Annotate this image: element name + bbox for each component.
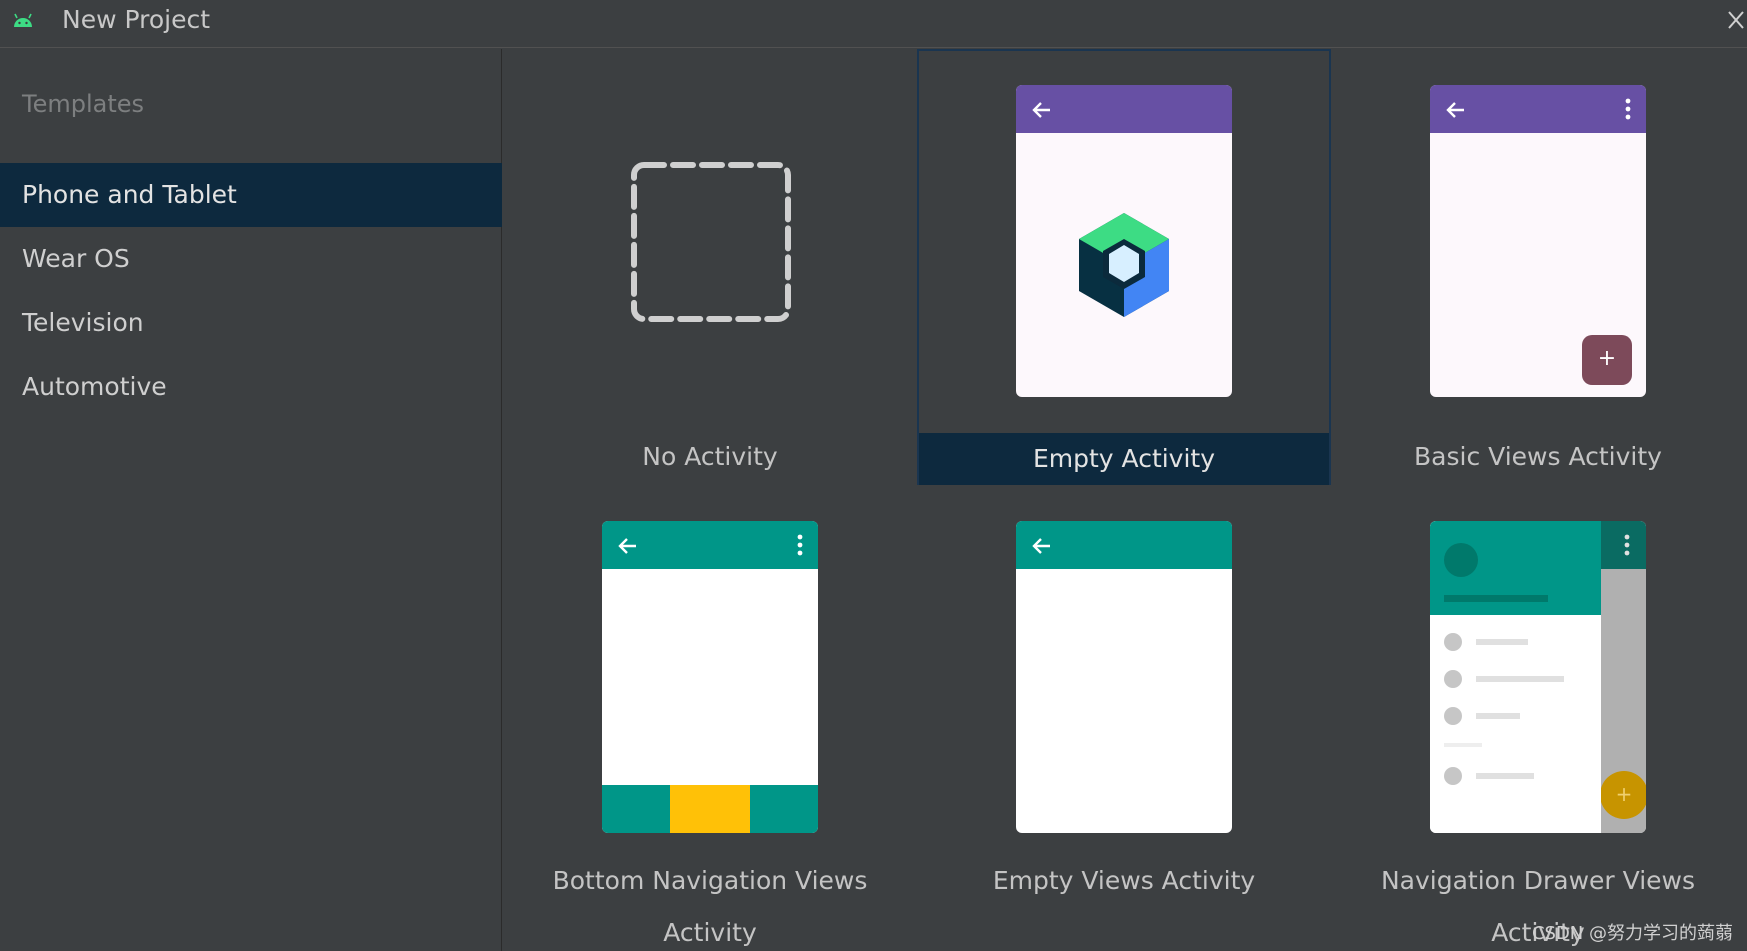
phone-preview xyxy=(1016,521,1232,833)
template-card-bottom-navigation-views-activity[interactable]: Bottom Navigation Views Activity xyxy=(503,485,917,947)
avatar xyxy=(1444,543,1478,577)
drawer-header-line xyxy=(1444,595,1548,602)
sidebar-item-television[interactable]: Television xyxy=(0,291,502,355)
overflow-menu-icon xyxy=(1624,534,1630,556)
phone-preview: + xyxy=(1430,85,1646,397)
bottom-navigation-selected-item xyxy=(670,785,750,833)
android-icon xyxy=(14,13,32,27)
template-card-navigation-drawer-views-activity[interactable]: + Navigation Drawer Views Activity xyxy=(1331,485,1745,947)
drawer-item xyxy=(1444,633,1462,651)
sidebar-heading: Templates xyxy=(22,90,145,118)
sidebar-item-phone-and-tablet[interactable]: Phone and Tablet xyxy=(0,163,502,227)
dashed-placeholder-icon xyxy=(631,162,791,322)
templates-grid: No Activity Empty Activity + Basic Views… xyxy=(503,49,1747,951)
template-card-no-activity[interactable]: No Activity xyxy=(503,49,917,485)
template-card-basic-views-activity[interactable]: + Basic Views Activity xyxy=(1331,49,1745,485)
app-bar xyxy=(602,521,818,569)
drawer-item-line xyxy=(1476,773,1534,779)
drawer-header xyxy=(1430,521,1601,615)
drawer-item xyxy=(1444,670,1462,688)
sidebar-item-automotive[interactable]: Automotive xyxy=(0,355,502,419)
back-arrow-icon xyxy=(618,538,636,554)
template-label-no-activity: No Activity xyxy=(642,442,778,471)
overflow-menu-icon xyxy=(1625,98,1631,120)
window-title: New Project xyxy=(62,5,211,34)
phone-preview xyxy=(602,521,818,833)
scrim-app-bar xyxy=(1601,521,1646,569)
close-icon[interactable] xyxy=(1725,8,1747,32)
template-label-navigation-drawer-views-activity: Navigation Drawer Views Activity xyxy=(1380,866,1696,947)
drawer-item-line xyxy=(1476,676,1564,682)
template-label-empty-activity: Empty Activity xyxy=(919,433,1329,485)
bottom-navigation-bar xyxy=(602,785,818,833)
app-bar xyxy=(1430,85,1646,133)
new-project-dialog: New Project Templates Phone and Tablet W… xyxy=(0,0,1747,951)
app-bar xyxy=(1016,85,1232,133)
jetpack-compose-icon xyxy=(1079,213,1169,317)
overflow-menu-icon xyxy=(797,534,803,556)
templates-sidebar: Templates Phone and Tablet Wear OS Telev… xyxy=(0,49,502,951)
template-label-empty-views-activity: Empty Views Activity xyxy=(992,866,1256,895)
navigation-drawer xyxy=(1430,521,1601,833)
watermark: CSDN @努力学习的蒟蒻 xyxy=(1531,923,1733,944)
template-card-empty-activity[interactable]: Empty Activity xyxy=(917,49,1331,485)
back-arrow-icon xyxy=(1446,102,1464,118)
drawer-divider xyxy=(1444,743,1482,747)
template-label-bottom-navigation-views-activity: Bottom Navigation Views Activity xyxy=(552,866,868,947)
fab-button: + xyxy=(1600,771,1646,819)
drawer-item xyxy=(1444,707,1462,725)
sidebar-item-wear-os[interactable]: Wear OS xyxy=(0,227,502,291)
template-card-empty-views-activity[interactable]: Empty Views Activity xyxy=(917,485,1331,921)
fab-button: + xyxy=(1582,335,1632,385)
drawer-item xyxy=(1444,767,1462,785)
app-bar xyxy=(1016,521,1232,569)
phone-preview: + xyxy=(1430,521,1646,833)
drawer-item-line xyxy=(1476,713,1520,719)
drawer-item-line xyxy=(1476,639,1528,645)
phone-preview xyxy=(1016,85,1232,397)
back-arrow-icon xyxy=(1032,538,1050,554)
template-label-basic-views-activity: Basic Views Activity xyxy=(1414,442,1662,471)
back-arrow-icon xyxy=(1032,102,1050,118)
title-bar: New Project xyxy=(0,0,1747,48)
